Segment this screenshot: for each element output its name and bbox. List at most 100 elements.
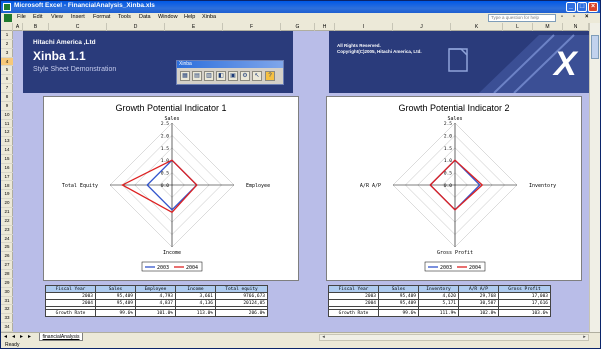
row-header[interactable]: 5 <box>1 66 13 76</box>
row-header[interactable]: 3 <box>1 49 13 58</box>
maximize-button[interactable]: □ <box>577 2 587 12</box>
chart-icon[interactable]: ▦ <box>180 71 190 81</box>
growth-rate-cell[interactable]: 99.6% <box>95 309 136 317</box>
growth-rate-label[interactable]: Growth Rate <box>328 309 379 317</box>
grid-icon[interactable]: ▣ <box>228 71 238 81</box>
table-icon[interactable]: ▤ <box>192 71 202 81</box>
table-cell[interactable]: 9766,673 <box>215 292 268 300</box>
column-header[interactable]: M <box>533 23 563 31</box>
table-cell[interactable]: 95,409 <box>95 292 136 300</box>
menu-xinba[interactable]: Xinba <box>202 14 216 20</box>
workbook-minimize-icon[interactable]: - <box>561 14 563 20</box>
column-header[interactable]: J <box>393 23 451 31</box>
row-header[interactable]: 11 <box>1 120 13 129</box>
table-header-cell[interactable]: A/R A/P <box>458 285 499 293</box>
row-header[interactable]: 30 <box>1 288 13 297</box>
row-header[interactable]: 19 <box>1 190 13 200</box>
growth-rate-cell[interactable]: 99.6% <box>378 309 419 317</box>
table-cell[interactable]: 17,003 <box>498 292 551 300</box>
table-header-cell[interactable]: Sales <box>378 285 419 293</box>
row-header[interactable]: 2 <box>1 40 13 49</box>
row-header[interactable]: 29 <box>1 279 13 288</box>
table-cell[interactable]: 4,837 <box>135 299 176 307</box>
growth-rate-cell[interactable]: 111.9% <box>418 309 459 317</box>
table-cell[interactable]: 29,768 <box>458 292 499 300</box>
table-cell[interactable]: 2004 <box>328 299 379 307</box>
row-header[interactable]: 6 <box>1 75 13 85</box>
table-header-cell[interactable]: Total equity <box>215 285 268 293</box>
table-header-cell[interactable]: Sales <box>95 285 136 293</box>
table-cell[interactable]: 30,587 <box>458 299 499 307</box>
table-cell[interactable]: 5,171 <box>418 299 459 307</box>
column-header[interactable]: D <box>107 23 165 31</box>
menu-insert[interactable]: Insert <box>71 14 85 20</box>
table-cell[interactable]: 95,409 <box>95 299 136 307</box>
toolbar-title[interactable]: Xinba <box>177 61 283 68</box>
table-cell[interactable]: 4,793 <box>135 292 176 300</box>
row-header[interactable]: 9 <box>1 102 13 111</box>
row-header[interactable]: 24 <box>1 235 13 244</box>
help-icon[interactable]: ? <box>265 71 275 81</box>
table-header-cell[interactable]: Fiscal Year <box>328 285 379 293</box>
radar-chart-2[interactable]: Growth Potential Indicator 2 2.5 2.0 1.5 1.… <box>326 96 582 281</box>
growth-rate-cell[interactable]: 206.0% <box>215 309 268 317</box>
column-header[interactable]: L <box>503 23 533 31</box>
pointer-icon[interactable]: ↖ <box>252 71 262 81</box>
column-header[interactable]: A <box>13 23 23 31</box>
table-cell[interactable]: 2004 <box>45 299 96 307</box>
growth-rate-label[interactable]: Growth Rate <box>45 309 96 317</box>
row-header[interactable]: 22 <box>1 217 13 226</box>
minimize-button[interactable]: _ <box>566 2 576 12</box>
workbook-icon[interactable] <box>4 14 12 22</box>
table-cell[interactable]: 95,409 <box>378 292 419 300</box>
row-header[interactable]: 28 <box>1 270 13 279</box>
row-header[interactable]: 1 <box>1 31 13 40</box>
table-cell[interactable]: 2003 <box>45 292 96 300</box>
vertical-scroll-thumb[interactable] <box>591 35 599 59</box>
vertical-scrollbar[interactable] <box>589 23 600 332</box>
row-header[interactable]: 32 <box>1 305 13 315</box>
table-header-cell[interactable]: Fiscal Year <box>45 285 96 293</box>
table-header-cell[interactable]: Inventory <box>418 285 459 293</box>
menu-view[interactable]: View <box>51 14 63 20</box>
row-header[interactable]: 13 <box>1 137 13 147</box>
column-header[interactable]: E <box>165 23 223 31</box>
menu-edit[interactable]: Edit <box>33 14 42 20</box>
table-cell[interactable]: 17,616 <box>498 299 551 307</box>
column-header[interactable]: K <box>451 23 503 31</box>
menu-help[interactable]: Help <box>184 14 195 20</box>
column-header[interactable]: F <box>223 23 281 31</box>
select-all-corner[interactable] <box>1 23 13 31</box>
row-header[interactable]: 23 <box>1 226 13 235</box>
column-header[interactable]: B <box>23 23 49 31</box>
table-cell[interactable]: 4,136 <box>175 299 216 307</box>
format-icon[interactable]: ◧ <box>216 71 226 81</box>
row-header[interactable]: 10 <box>1 111 13 120</box>
column-header[interactable]: G <box>281 23 315 31</box>
row-header[interactable]: 27 <box>1 261 13 271</box>
table-cell[interactable]: 3,661 <box>175 292 216 300</box>
column-header[interactable]: N <box>563 23 589 31</box>
column-header[interactable]: I <box>335 23 393 31</box>
radar-chart-1[interactable]: Growth Potential Indicator 1 2.5 2.0 1.5 1.… <box>43 96 299 281</box>
menu-tools[interactable]: Tools <box>118 14 131 20</box>
column-header[interactable]: H <box>315 23 335 31</box>
row-header[interactable]: 21 <box>1 208 13 217</box>
row-header[interactable]: 18 <box>1 182 13 191</box>
table-cell[interactable]: 20124,05 <box>215 299 268 307</box>
settings-icon[interactable]: ⚙ <box>240 71 250 81</box>
row-header[interactable]: 17 <box>1 173 13 182</box>
table-header-cell[interactable]: Income <box>175 285 216 293</box>
horizontal-scrollbar[interactable]: ◂ ▸ <box>319 334 589 341</box>
row-header[interactable]: 31 <box>1 297 13 306</box>
worksheet-area[interactable]: Hitachi America ,Ltd Xinba 1.1 Style She… <box>13 31 589 332</box>
row-header[interactable]: 20 <box>1 199 13 209</box>
table-cell[interactable]: 4,620 <box>418 292 459 300</box>
menu-format[interactable]: Format <box>93 14 110 20</box>
workbook-restore-icon[interactable]: ▫ <box>573 14 575 20</box>
row-header[interactable]: 15 <box>1 155 13 164</box>
menu-data[interactable]: Data <box>139 14 151 20</box>
row-header[interactable]: 8 <box>1 93 13 102</box>
close-button[interactable]: × <box>588 2 598 12</box>
bar-chart-icon[interactable]: ▥ <box>204 71 214 81</box>
